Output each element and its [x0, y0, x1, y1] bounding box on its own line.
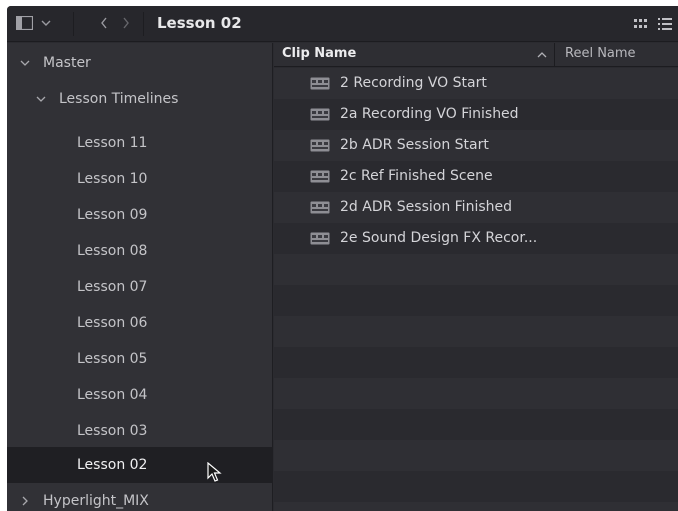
sidebar-item-label: Lesson 10 [77, 171, 148, 187]
media-pool-window: Lesson 02 Master Lesson Timelines Lesson… [7, 6, 678, 511]
clip-name: 2c Ref Finished Scene [340, 168, 493, 184]
sidebar-item-lesson-05[interactable]: Lesson 05 [7, 341, 273, 377]
timeline-icon [310, 170, 330, 183]
row-stripe [274, 378, 678, 409]
clip-row[interactable]: 2a Recording VO Finished [274, 99, 678, 130]
sidebar-item-label: Lesson 07 [77, 279, 148, 295]
sidebar-item-lesson-04[interactable]: Lesson 04 [7, 377, 273, 413]
sidebar-item-label: Hyperlight_MIX [43, 493, 149, 509]
row-stripe [274, 440, 678, 471]
sidebar-item-label: Lesson Timelines [59, 91, 179, 107]
sidebar-item-hyperlight-mix[interactable]: Hyperlight_MIX [7, 483, 273, 511]
sidebar-item-label: Lesson 03 [77, 423, 148, 439]
sidebar-item-label: Master [43, 55, 91, 71]
sidebar-item-label: Lesson 05 [77, 351, 148, 367]
sidebar-item-lesson-08[interactable]: Lesson 08 [7, 233, 273, 269]
chevron-left-icon[interactable] [97, 15, 111, 31]
row-stripe [274, 502, 678, 511]
timeline-icon [310, 139, 330, 152]
row-stripe [274, 254, 678, 285]
clip-name: 2b ADR Session Start [340, 137, 489, 153]
clip-name: 2d ADR Session Finished [340, 199, 512, 215]
timeline-icon [310, 108, 330, 121]
column-divider[interactable] [554, 43, 555, 67]
sidebar-item-lesson-11[interactable]: Lesson 11 [7, 125, 273, 161]
clip-row[interactable]: 2d ADR Session Finished [274, 192, 678, 223]
column-header-reel-name[interactable]: Reel Name [565, 46, 636, 61]
sidebar-item-label: Lesson 04 [77, 387, 148, 403]
toolbar-divider [73, 12, 74, 36]
sidebar-item-lesson-02[interactable]: Lesson 02 [7, 447, 273, 483]
sidebar-item-lesson-07[interactable]: Lesson 07 [7, 269, 273, 305]
clip-row[interactable]: 2 Recording VO Start [274, 68, 678, 99]
clip-row[interactable]: 2b ADR Session Start [274, 130, 678, 161]
list-header: Clip Name Reel Name [274, 43, 678, 67]
sidebar-item-lesson-03[interactable]: Lesson 03 [7, 413, 273, 449]
timeline-icon [310, 232, 330, 245]
clip-row[interactable]: 2e Sound Design FX Recor... [274, 223, 678, 254]
toolbar: Lesson 02 [7, 6, 678, 42]
chevron-down-icon[interactable] [35, 93, 47, 105]
sidebar-item-lesson-timelines[interactable]: Lesson Timelines [7, 81, 273, 117]
clip-row[interactable]: 2c Ref Finished Scene [274, 161, 678, 192]
list-view-icon[interactable] [657, 17, 673, 31]
timeline-icon [310, 77, 330, 90]
sidebar-item-lesson-06[interactable]: Lesson 06 [7, 305, 273, 341]
row-stripe [274, 285, 678, 316]
bin-sidebar: Master Lesson Timelines Lesson 11 Lesson… [7, 43, 273, 511]
clip-name: 2 Recording VO Start [340, 75, 487, 91]
clip-name: 2a Recording VO Finished [340, 106, 519, 122]
sidebar-item-lesson-09[interactable]: Lesson 09 [7, 197, 273, 233]
chevron-right-icon[interactable] [119, 15, 133, 31]
row-stripe [274, 316, 678, 347]
sidebar-item-master[interactable]: Master [7, 45, 273, 81]
clip-list: Clip Name Reel Name 2 Recording VO Start [274, 43, 678, 511]
sidebar-item-label: Lesson 09 [77, 207, 148, 223]
sidebar-item-lesson-10[interactable]: Lesson 10 [7, 161, 273, 197]
grid-view-icon[interactable] [633, 17, 649, 31]
column-header-clip-name[interactable]: Clip Name [282, 46, 356, 61]
clip-name: 2e Sound Design FX Recor... [340, 230, 538, 246]
row-stripe [274, 347, 678, 378]
row-stripe [274, 471, 678, 502]
timeline-icon [310, 201, 330, 214]
sort-ascending-icon[interactable] [536, 49, 548, 61]
toolbar-title: Lesson 02 [157, 14, 242, 32]
sidebar-toggle-icon[interactable] [16, 16, 33, 30]
row-stripe [274, 409, 678, 440]
toolbar-divider [143, 12, 144, 36]
chevron-right-icon[interactable] [19, 495, 31, 507]
sidebar-item-label: Lesson 11 [77, 135, 148, 151]
chevron-down-icon[interactable] [39, 16, 53, 30]
chevron-down-icon[interactable] [19, 57, 31, 69]
sidebar-item-label: Lesson 02 [77, 457, 148, 473]
sidebar-item-label: Lesson 06 [77, 315, 148, 331]
sidebar-item-label: Lesson 08 [77, 243, 148, 259]
